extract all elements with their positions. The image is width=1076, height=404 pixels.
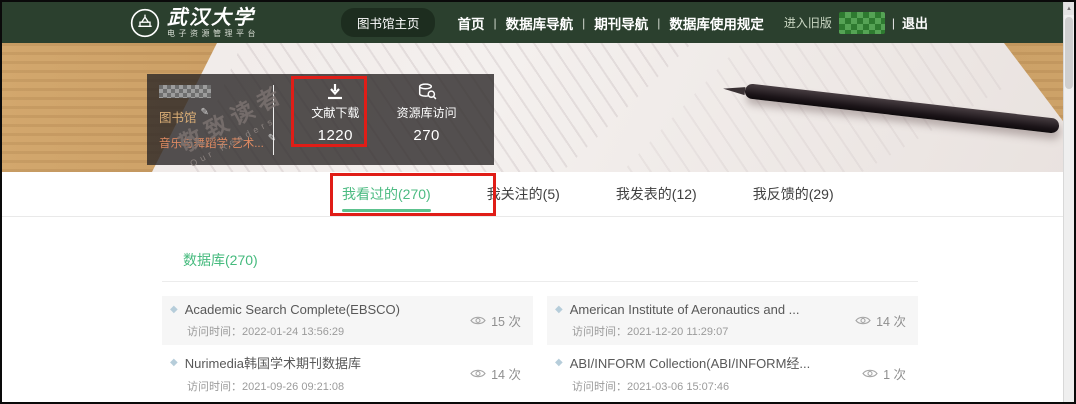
stat-resource-visits[interactable]: 资源库访问 270	[397, 83, 457, 165]
views-eye-icon	[470, 369, 486, 378]
hero-banner: 敬致读者 Our Readers 图书馆 ✎ 音乐与舞蹈学,艺术... ✎ 文献…	[2, 43, 1074, 172]
database-list-item[interactable]: ◆ Nurimedia韩国学术期刊数据库 访问时间：2021-09-26 09:…	[162, 347, 533, 400]
tab-followed[interactable]: 我关注的(5)	[485, 171, 562, 217]
library-label: 图书馆	[159, 111, 197, 125]
diamond-bullet-icon: ◆	[555, 303, 563, 315]
views-eye-icon	[855, 316, 871, 325]
diamond-bullet-icon: ◆	[170, 356, 178, 368]
edit-library-icon[interactable]: ✎	[201, 107, 209, 118]
scrollbar-thumb[interactable]	[1065, 17, 1073, 89]
database-title[interactable]: Academic Search Complete(EBSCO)	[185, 302, 400, 317]
diamond-bullet-icon: ◆	[555, 356, 563, 368]
nav-menu: 图书馆主页 首页 | 数据库导航 | 期刊导航 | 数据库使用规定	[340, 8, 764, 37]
database-title[interactable]: Nurimedia韩国学术期刊数据库	[185, 353, 361, 372]
university-emblem-icon	[130, 8, 160, 37]
user-name-redacted	[159, 85, 211, 98]
logo-subtitle: 电子资源管理平台	[167, 29, 259, 38]
user-avatar[interactable]	[838, 11, 885, 34]
visit-time: 访问时间：2022-01-24 13:56:29	[187, 326, 345, 338]
app-window: 武汉大学 电子资源管理平台 图书馆主页 首页 | 数据库导航 | 期刊导航 | …	[0, 0, 1076, 404]
database-list: ◆ Academic Search Complete(EBSCO) 访问时间：2…	[162, 296, 918, 402]
subjects-label: 音乐与舞蹈学,艺术...	[159, 138, 264, 150]
active-tab-underline	[342, 209, 431, 212]
old-version-link[interactable]: 进入旧版	[784, 14, 832, 31]
profile-panel: 图书馆 ✎ 音乐与舞蹈学,艺术... ✎ 文献下载 1220 资源库访问 270	[147, 74, 494, 165]
database-list-item[interactable]: ◆ Academic Search Complete(EBSCO) 访问时间：2…	[162, 296, 533, 345]
nav-separator: |	[582, 15, 586, 30]
nav-link-journal-nav[interactable]: 期刊导航	[594, 13, 648, 33]
database-list-item[interactable]: ◆ ABI/INFORM Collection(ABI/INFORM经... 访…	[547, 347, 918, 400]
library-home-button[interactable]: 图书馆主页	[340, 8, 436, 37]
main-content: 数据库(270) ◆ Academic Search Complete(EBSC…	[162, 217, 918, 402]
nav-separator: |	[657, 15, 661, 30]
visits-label: 资源库访问	[396, 106, 457, 120]
scrollbar-up-button[interactable]: ▲	[1064, 2, 1074, 15]
view-count: 15 次	[491, 315, 521, 329]
nav-link-home[interactable]: 首页	[457, 13, 484, 33]
database-title[interactable]: ABI/INFORM Collection(ABI/INFORM经...	[570, 353, 811, 372]
view-count: 14 次	[491, 368, 521, 382]
downloads-value: 1220	[317, 127, 353, 144]
tab-feedback[interactable]: 我反馈的(29)	[751, 171, 836, 217]
nav-link-usage-rules[interactable]: 数据库使用规定	[669, 13, 764, 33]
view-count: 14 次	[876, 315, 906, 329]
logo-title: 武汉大学	[167, 5, 255, 29]
view-count: 1 次	[883, 368, 906, 382]
tab-viewed[interactable]: 我看过的(270)	[340, 171, 433, 217]
visit-time: 访问时间：2021-03-06 15:07:46	[572, 381, 730, 393]
vertical-scrollbar[interactable]: ▲	[1063, 2, 1074, 402]
visits-value: 270	[413, 127, 440, 144]
tab-published[interactable]: 我发表的(12)	[614, 171, 699, 217]
user-area: 进入旧版 | 退出	[784, 11, 928, 34]
nav-link-database-nav[interactable]: 数据库导航	[506, 13, 574, 33]
download-icon	[328, 84, 343, 100]
top-navbar: 武汉大学 电子资源管理平台 图书馆主页 首页 | 数据库导航 | 期刊导航 | …	[2, 2, 1074, 43]
profile-tabs: 我看过的(270) 我关注的(5) 我发表的(12) 我反馈的(29)	[2, 172, 1074, 217]
downloads-label: 文献下载	[311, 106, 360, 120]
logout-button[interactable]: 退出	[902, 13, 928, 32]
university-logo[interactable]: 武汉大学 电子资源管理平台	[130, 7, 259, 38]
section-title-databases: 数据库(270)	[162, 250, 918, 282]
views-eye-icon	[470, 316, 486, 325]
database-list-item[interactable]: ◆ American Institute of Aeronautics and …	[547, 296, 918, 345]
views-eye-icon	[862, 369, 878, 378]
database-icon	[418, 83, 437, 100]
visit-time: 访问时间：2021-12-20 11:29:07	[572, 326, 729, 338]
diamond-bullet-icon: ◆	[170, 303, 178, 315]
nav-separator: |	[493, 15, 497, 30]
stat-document-downloads[interactable]: 文献下载 1220	[291, 76, 368, 165]
logout-separator: |	[891, 15, 895, 30]
visit-time: 访问时间：2021-09-26 09:21:08	[187, 381, 345, 393]
database-title[interactable]: American Institute of Aeronautics and ..…	[570, 302, 800, 317]
